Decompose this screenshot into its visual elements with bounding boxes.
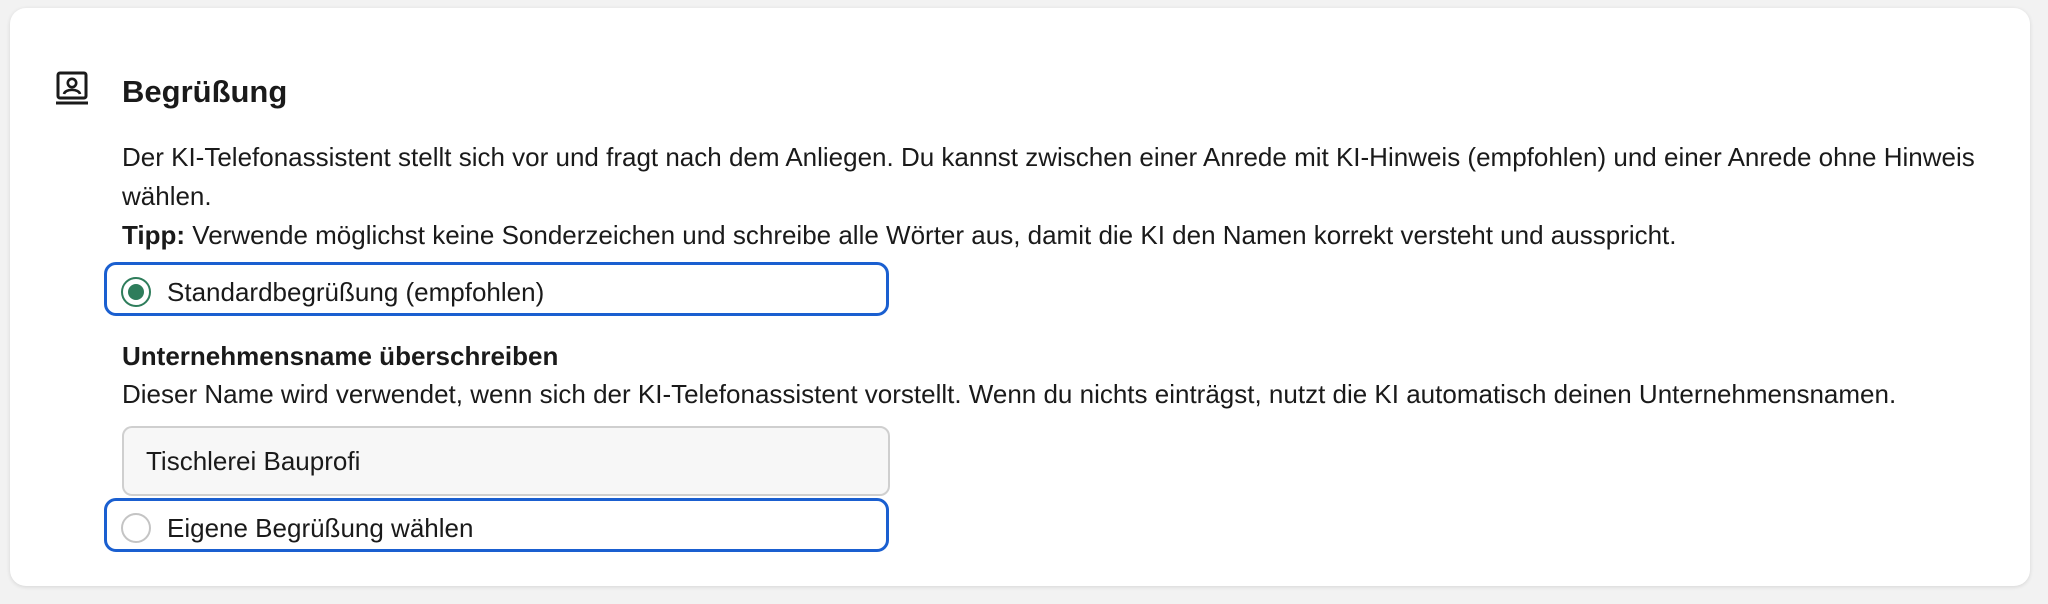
radio-label: Standardbegrüßung (empfohlen)	[167, 277, 545, 307]
tip-text: Tipp: Verwende möglichst keine Sonderzei…	[122, 216, 2002, 255]
section-title: Begrüßung	[122, 74, 288, 109]
company-name-label: Unternehmensname überschreiben	[122, 341, 559, 371]
tip-label: Tipp:	[122, 220, 186, 250]
radio-button-checked[interactable]	[121, 277, 151, 307]
company-name-input[interactable]	[122, 426, 890, 496]
radio-option-custom-greeting[interactable]: Eigene Begrüßung wählen	[104, 498, 889, 552]
radio-label: Eigene Begrüßung wählen	[167, 513, 474, 543]
greeting-settings-card: Begrüßung Der KI-Telefonassistent stellt…	[10, 8, 2030, 586]
company-name-help: Dieser Name wird verwendet, wenn sich de…	[122, 379, 1897, 409]
contact-card-icon	[52, 68, 92, 108]
radio-button-unchecked[interactable]	[121, 513, 151, 543]
section-description: Der KI-Telefonassistent stellt sich vor …	[122, 142, 1975, 211]
radio-option-standard-greeting[interactable]: Standardbegrüßung (empfohlen)	[104, 262, 889, 316]
tip-body: Verwende möglichst keine Sonderzeichen u…	[185, 220, 1677, 250]
